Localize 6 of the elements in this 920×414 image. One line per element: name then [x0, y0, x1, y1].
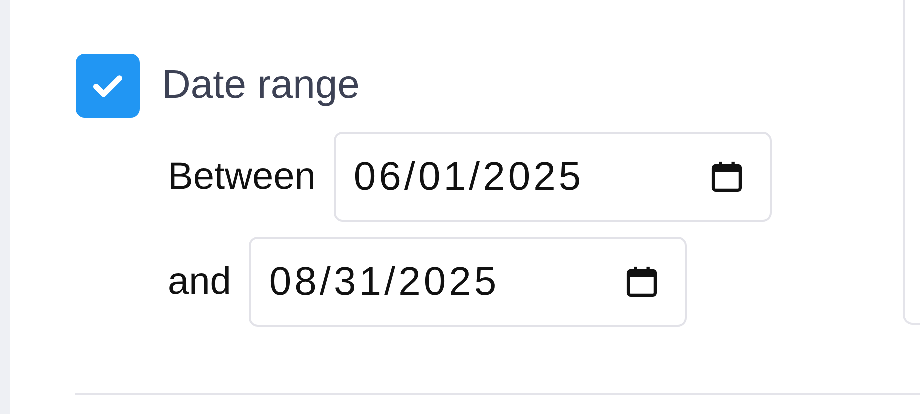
field-label: and: [168, 260, 232, 304]
field-label: Between: [168, 156, 316, 198]
checkbox[interactable]: [76, 54, 140, 118]
checkbox-label: Date range: [162, 63, 360, 108]
date-field[interactable]: 08/31/2025: [249, 237, 688, 327]
date-field[interactable]: 06/01/2025: [334, 132, 772, 222]
